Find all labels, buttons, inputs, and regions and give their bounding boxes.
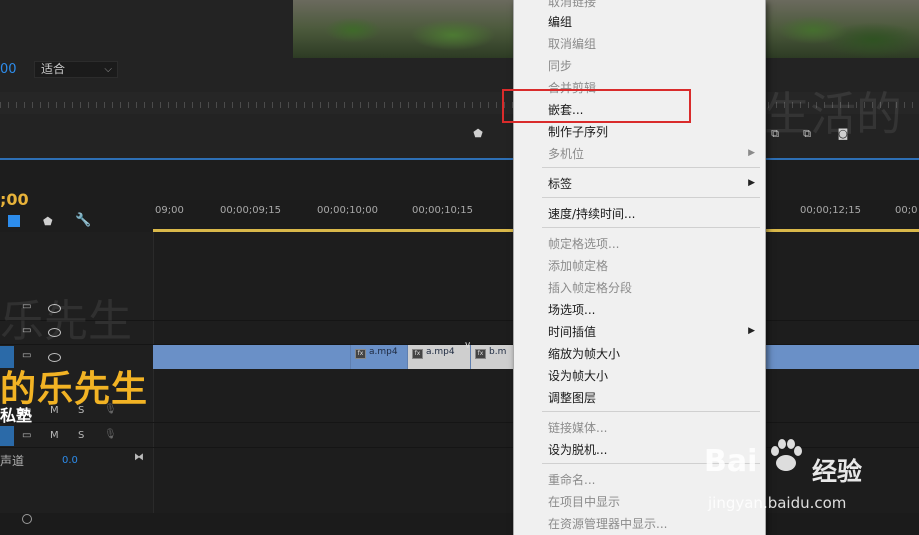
track-target-a2[interactable] [0, 426, 14, 446]
menu-separator [542, 411, 760, 412]
submenu-arrow-icon: ▶ [748, 326, 755, 336]
menu-item-adjustment-layer[interactable]: 调整图层 [548, 389, 596, 406]
watermark-text-top: 生活的 [764, 87, 902, 141]
wrench-icon[interactable]: 🔧 [75, 213, 91, 228]
go-to-end-icon[interactable]: ⧓ [134, 452, 144, 463]
mute-button[interactable]: M [50, 430, 59, 441]
submenu-arrow-icon: ▶ [748, 148, 755, 158]
menu-item-ungroup[interactable]: 取消编组 [548, 35, 596, 52]
linked-selection-icon[interactable] [8, 215, 20, 227]
menu-separator [542, 227, 760, 228]
menu-item-add-frame-hold[interactable]: 添加帧定格 [548, 257, 608, 274]
microphone-icon[interactable]: 🎙 [104, 429, 117, 440]
video-track-v2[interactable] [0, 320, 919, 345]
menu-item-group[interactable]: 编组 [548, 13, 572, 30]
film-icon[interactable]: ▭ [22, 430, 31, 441]
overlay-subtitle-text: 私塾 [0, 406, 33, 425]
ruler-label: 00;00;09;15 [220, 205, 282, 216]
timeline-scrollbar[interactable] [0, 513, 919, 535]
menu-item-time-interpolation[interactable]: 时间插值 [548, 323, 596, 340]
ruler-label: 00;00;10;15 [412, 205, 474, 216]
menu-item-multi-camera[interactable]: 多机位 [548, 145, 584, 162]
fit-zoom-select[interactable]: 适合 ⌵ [34, 61, 118, 78]
fx-icon: fx [475, 349, 486, 359]
add-marker-icon[interactable]: ⬟ [471, 128, 485, 139]
baidu-jingyan-text: 经验 [812, 457, 863, 486]
annotation-highlight-box [502, 89, 691, 123]
monitor-timecode[interactable]: 00 [0, 62, 17, 77]
clip-selected[interactable]: fx b.m [470, 345, 514, 369]
menu-item-link-media[interactable]: 链接媒体... [548, 419, 607, 436]
menu-item-make-subsequence[interactable]: 制作子序列 [548, 123, 608, 140]
master-track-label: 声道 [0, 454, 25, 468]
baidu-url-text: jingyan.baidu.com [708, 494, 847, 512]
menu-item-frame-hold-options[interactable]: 帧定格选项... [548, 235, 619, 252]
menu-item-label[interactable]: 标签 [548, 175, 572, 192]
menu-item-set-to-frame-size[interactable]: 设为帧大小 [548, 367, 608, 384]
clip-selected[interactable]: fx a.mp4 [407, 345, 470, 369]
clip-name: b.m [489, 347, 507, 357]
clip[interactable]: fx a.mp4 [350, 345, 407, 369]
fx-icon: fx [412, 349, 423, 359]
ruler-label: 09;00 [155, 205, 184, 216]
clip-name: a.mp4 [369, 347, 398, 357]
video-track-v3[interactable] [0, 296, 919, 321]
menu-item-unlink[interactable]: 取消链接 [548, 0, 596, 10]
menu-item-scale-to-frame-size[interactable]: 缩放为帧大小 [548, 345, 620, 362]
watermark-text-left: 乐先生 [0, 296, 132, 347]
fit-zoom-value: 适合 [41, 62, 66, 76]
menu-item-synchronize[interactable]: 同步 [548, 57, 572, 74]
menu-item-field-options[interactable]: 场选项... [548, 301, 595, 318]
zoom-scroll-handle[interactable] [22, 514, 32, 524]
chevron-down-icon: ⌵ [104, 64, 112, 75]
menu-separator [542, 167, 760, 168]
fx-icon: fx [355, 349, 366, 359]
master-volume-value[interactable]: 0.0 [62, 455, 78, 466]
solo-button[interactable]: S [78, 430, 84, 441]
submenu-arrow-icon: ▶ [748, 178, 755, 188]
menu-item-insert-frame-hold-segment[interactable]: 插入帧定格分段 [548, 279, 632, 296]
menu-separator [542, 197, 760, 198]
baidu-logo-text: Bai [704, 444, 758, 479]
ruler-label: 00;00;12;15 [800, 205, 862, 216]
menu-item-rename[interactable]: 重命名... [548, 471, 595, 488]
menu-item-speed-duration[interactable]: 速度/持续时间... [548, 205, 636, 222]
ruler-label: 00;0 [895, 205, 918, 216]
ruler-label: 00;00;10;00 [317, 205, 379, 216]
menu-item-make-offline[interactable]: 设为脱机... [548, 441, 607, 458]
menu-item-reveal-in-project[interactable]: 在项目中显示 [548, 493, 620, 510]
clip-name: a.mp4 [426, 347, 455, 357]
menu-item-reveal-in-explorer[interactable]: 在资源管理器中显示... [548, 515, 667, 532]
edit-point-marker-icon: ∨ [464, 340, 472, 351]
baidu-paw-icon [771, 439, 802, 471]
timeline-timecode[interactable]: ;00 [0, 190, 29, 209]
marker-icon[interactable]: ⬟ [43, 215, 53, 228]
